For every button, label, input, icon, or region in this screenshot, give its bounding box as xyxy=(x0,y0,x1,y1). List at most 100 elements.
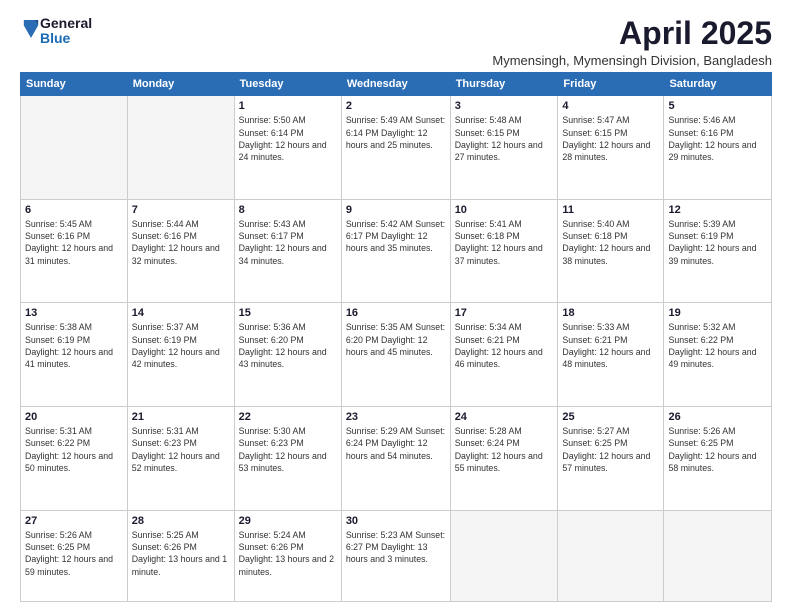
day-number: 11 xyxy=(562,204,659,216)
day-number: 28 xyxy=(132,515,230,527)
day-detail: Sunrise: 5:24 AM Sunset: 6:26 PM Dayligh… xyxy=(239,529,337,578)
day-detail: Sunrise: 5:33 AM Sunset: 6:21 PM Dayligh… xyxy=(562,321,659,370)
day-number: 19 xyxy=(668,307,767,319)
day-number: 23 xyxy=(346,411,446,423)
table-row: 1 Sunrise: 5:50 AM Sunset: 6:14 PM Daylig… xyxy=(234,96,341,200)
day-detail: Sunrise: 5:38 AM Sunset: 6:19 PM Dayligh… xyxy=(25,321,123,370)
day-number: 25 xyxy=(562,411,659,423)
day-number: 17 xyxy=(455,307,554,319)
day-number: 29 xyxy=(239,515,337,527)
day-detail: Sunrise: 5:27 AM Sunset: 6:25 PM Dayligh… xyxy=(562,425,659,474)
day-detail: Sunrise: 5:35 AM Sunset: 6:20 PM Dayligh… xyxy=(346,321,446,358)
day-detail: Sunrise: 5:45 AM Sunset: 6:16 PM Dayligh… xyxy=(25,218,123,267)
title-block: April 2025 Mymensingh, Mymensingh Divisi… xyxy=(492,16,772,68)
table-row: 27 Sunrise: 5:26 AM Sunset: 6:25 PM Dayli… xyxy=(21,510,128,601)
table-row: 24Sunrise: 5:28 AM Sunset: 6:24 PM Dayli… xyxy=(450,407,558,511)
day-number: 6 xyxy=(25,204,123,216)
day-number: 26 xyxy=(668,411,767,423)
day-number: 24 xyxy=(455,411,554,423)
calendar-header-row: Sunday Monday Tuesday Wednesday Thursday… xyxy=(21,73,772,96)
day-number: 13 xyxy=(25,307,123,319)
logo-text: General Blue xyxy=(40,16,92,47)
day-number: 5 xyxy=(668,100,767,112)
table-row xyxy=(21,96,128,200)
logo-blue: Blue xyxy=(40,31,92,46)
table-row: 13 Sunrise: 5:38 AM Sunset: 6:19 PM Dayli… xyxy=(21,303,128,407)
header-friday: Friday xyxy=(558,73,664,96)
table-row: 19 Sunrise: 5:32 AM Sunset: 6:22 PM Dayli… xyxy=(664,303,772,407)
logo-general: General xyxy=(40,16,92,31)
table-row: 17 Sunrise: 5:34 AM Sunset: 6:21 PM Dayli… xyxy=(450,303,558,407)
calendar-table: Sunday Monday Tuesday Wednesday Thursday… xyxy=(20,72,772,602)
table-row xyxy=(558,510,664,601)
table-row: 14 Sunrise: 5:37 AM Sunset: 6:19 PM Dayli… xyxy=(127,303,234,407)
table-row xyxy=(450,510,558,601)
page: General Blue April 2025 Mymensingh, Myme… xyxy=(0,0,792,612)
table-row: 9Sunrise: 5:42 AM Sunset: 6:17 PM Daylig… xyxy=(341,199,450,303)
table-row: 2Sunrise: 5:49 AM Sunset: 6:14 PM Daylig… xyxy=(341,96,450,200)
day-detail: Sunrise: 5:41 AM Sunset: 6:18 PM Dayligh… xyxy=(455,218,554,267)
day-number: 15 xyxy=(239,307,337,319)
day-detail: Sunrise: 5:36 AM Sunset: 6:20 PM Dayligh… xyxy=(239,321,337,370)
day-detail: Sunrise: 5:26 AM Sunset: 6:25 PM Dayligh… xyxy=(25,529,123,578)
header-thursday: Thursday xyxy=(450,73,558,96)
day-detail: Sunrise: 5:40 AM Sunset: 6:18 PM Dayligh… xyxy=(562,218,659,267)
table-row: 28 Sunrise: 5:25 AM Sunset: 6:26 PM Dayli… xyxy=(127,510,234,601)
day-number: 18 xyxy=(562,307,659,319)
day-detail: Sunrise: 5:34 AM Sunset: 6:21 PM Dayligh… xyxy=(455,321,554,370)
table-row: 26 Sunrise: 5:26 AM Sunset: 6:25 PM Dayli… xyxy=(664,407,772,511)
table-row xyxy=(664,510,772,601)
table-row xyxy=(127,96,234,200)
table-row: 7 Sunrise: 5:44 AM Sunset: 6:16 PM Daylig… xyxy=(127,199,234,303)
day-detail: Sunrise: 5:49 AM Sunset: 6:14 PM Dayligh… xyxy=(346,114,446,151)
table-row: 29 Sunrise: 5:24 AM Sunset: 6:26 PM Dayli… xyxy=(234,510,341,601)
subtitle: Mymensingh, Mymensingh Division, Banglad… xyxy=(492,53,772,68)
day-number: 1 xyxy=(239,100,337,112)
day-number: 3 xyxy=(455,100,554,112)
month-title: April 2025 xyxy=(492,16,772,51)
day-number: 21 xyxy=(132,411,230,423)
table-row: 3 Sunrise: 5:48 AM Sunset: 6:15 PM Daylig… xyxy=(450,96,558,200)
table-row: 22Sunrise: 5:30 AM Sunset: 6:23 PM Dayli… xyxy=(234,407,341,511)
day-detail: Sunrise: 5:43 AM Sunset: 6:17 PM Dayligh… xyxy=(239,218,337,267)
header-wednesday: Wednesday xyxy=(341,73,450,96)
table-row: 23Sunrise: 5:29 AM Sunset: 6:24 PM Dayli… xyxy=(341,407,450,511)
table-row: 11 Sunrise: 5:40 AM Sunset: 6:18 PM Dayli… xyxy=(558,199,664,303)
table-row: 6 Sunrise: 5:45 AM Sunset: 6:16 PM Daylig… xyxy=(21,199,128,303)
day-detail: Sunrise: 5:25 AM Sunset: 6:26 PM Dayligh… xyxy=(132,529,230,578)
header: General Blue April 2025 Mymensingh, Myme… xyxy=(20,16,772,68)
day-detail: Sunrise: 5:37 AM Sunset: 6:19 PM Dayligh… xyxy=(132,321,230,370)
day-detail: Sunrise: 5:44 AM Sunset: 6:16 PM Dayligh… xyxy=(132,218,230,267)
header-monday: Monday xyxy=(127,73,234,96)
table-row: 20 Sunrise: 5:31 AM Sunset: 6:22 PM Dayli… xyxy=(21,407,128,511)
table-row: 12 Sunrise: 5:39 AM Sunset: 6:19 PM Dayli… xyxy=(664,199,772,303)
table-row: 4Sunrise: 5:47 AM Sunset: 6:15 PM Daylig… xyxy=(558,96,664,200)
table-row: 15 Sunrise: 5:36 AM Sunset: 6:20 PM Dayli… xyxy=(234,303,341,407)
table-row: 10 Sunrise: 5:41 AM Sunset: 6:18 PM Dayli… xyxy=(450,199,558,303)
table-row: 18 Sunrise: 5:33 AM Sunset: 6:21 PM Dayli… xyxy=(558,303,664,407)
day-number: 10 xyxy=(455,204,554,216)
day-number: 14 xyxy=(132,307,230,319)
day-number: 27 xyxy=(25,515,123,527)
day-number: 7 xyxy=(132,204,230,216)
day-detail: Sunrise: 5:39 AM Sunset: 6:19 PM Dayligh… xyxy=(668,218,767,267)
day-detail: Sunrise: 5:32 AM Sunset: 6:22 PM Dayligh… xyxy=(668,321,767,370)
day-number: 9 xyxy=(346,204,446,216)
header-sunday: Sunday xyxy=(21,73,128,96)
day-number: 4 xyxy=(562,100,659,112)
day-number: 12 xyxy=(668,204,767,216)
day-number: 30 xyxy=(346,515,446,527)
day-detail: Sunrise: 5:46 AM Sunset: 6:16 PM Dayligh… xyxy=(668,114,767,163)
day-number: 22 xyxy=(239,411,337,423)
day-detail: Sunrise: 5:50 AM Sunset: 6:14 PM Dayligh… xyxy=(239,114,337,163)
day-detail: Sunrise: 5:31 AM Sunset: 6:23 PM Dayligh… xyxy=(132,425,230,474)
day-number: 20 xyxy=(25,411,123,423)
table-row: 30Sunrise: 5:23 AM Sunset: 6:27 PM Dayli… xyxy=(341,510,450,601)
day-detail: Sunrise: 5:26 AM Sunset: 6:25 PM Dayligh… xyxy=(668,425,767,474)
day-detail: Sunrise: 5:31 AM Sunset: 6:22 PM Dayligh… xyxy=(25,425,123,474)
logo: General Blue xyxy=(20,16,92,47)
logo-icon xyxy=(22,18,40,40)
table-row: 21 Sunrise: 5:31 AM Sunset: 6:23 PM Dayli… xyxy=(127,407,234,511)
table-row: 16Sunrise: 5:35 AM Sunset: 6:20 PM Dayli… xyxy=(341,303,450,407)
day-detail: Sunrise: 5:48 AM Sunset: 6:15 PM Dayligh… xyxy=(455,114,554,163)
